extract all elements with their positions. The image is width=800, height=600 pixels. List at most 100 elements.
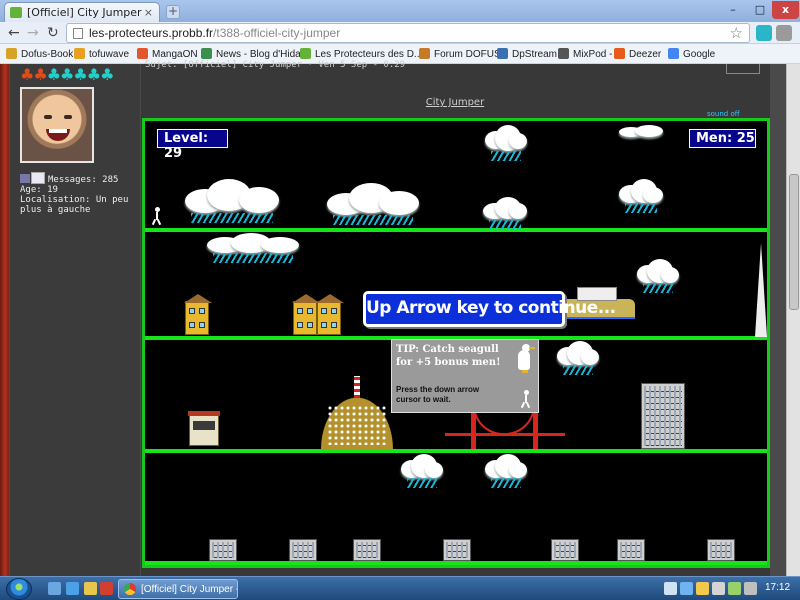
waiting-man-icon <box>520 390 531 409</box>
victorian-house <box>292 294 320 335</box>
bookmark-forum-dofus[interactable]: Forum DOFUS <box>419 48 501 60</box>
bookmark-favicon-icon <box>201 48 212 59</box>
new-tab-button[interactable]: + <box>166 5 180 19</box>
men-display: Men: 25 <box>689 129 756 148</box>
small-building <box>617 539 645 561</box>
rain-cloud <box>185 179 279 223</box>
chrome-icon <box>124 583 136 595</box>
tip-instruction: Press the down arrow cursor to wait. <box>396 385 480 404</box>
tip-box: TIP: Catch seagull for +5 bonus men! Pres… <box>391 339 539 413</box>
screen: [Officiel] City Jumper × + – □ x ← → ↻ l… <box>0 0 800 600</box>
radio-tower <box>354 376 360 398</box>
rain-cloud <box>207 233 299 263</box>
bookmark-google[interactable]: Google <box>668 48 715 60</box>
url-path: /t388-officiel-city-jumper <box>213 26 341 40</box>
victorian-house <box>184 294 212 335</box>
bookmark-favicon-icon <box>497 48 508 59</box>
seagull-icon <box>514 342 536 374</box>
rain-cloud <box>485 125 527 161</box>
bookmark-dofus-book[interactable]: Dofus-Book <box>6 48 73 60</box>
bookmark-favicon-icon <box>74 48 85 59</box>
minimize-button[interactable]: – <box>720 1 746 19</box>
maximize-button[interactable]: □ <box>747 1 773 19</box>
browser-tab[interactable]: [Officiel] City Jumper × <box>4 2 160 22</box>
small-building <box>289 539 317 561</box>
profile-messages: Messages: 285 <box>48 175 119 185</box>
continue-prompt: Up Arrow key to continue... <box>363 291 616 327</box>
small-building <box>707 539 735 561</box>
city-hill <box>315 389 399 449</box>
windows-taskbar: [Officiel] City Jumper -... 17:12 <box>0 576 800 600</box>
tray-icon[interactable] <box>664 582 677 595</box>
forward-button[interactable]: → <box>27 25 39 41</box>
bookmark-favicon-icon <box>419 48 430 59</box>
bookmark-favicon-icon <box>668 48 679 59</box>
scrollbar-thumb[interactable] <box>789 174 799 310</box>
cable-car <box>188 411 220 446</box>
small-building <box>551 539 579 561</box>
url-host: les-protecteurs.probb.fr <box>89 26 214 40</box>
bookmark-mangaon[interactable]: MangaON <box>137 48 198 60</box>
bookmark-tofuwave[interactable]: tofuwave <box>74 48 129 60</box>
profile-location: Localisation: Un peu plus à gauche <box>20 195 129 215</box>
victorian-house <box>316 294 344 335</box>
tray-icon[interactable] <box>712 582 725 595</box>
pyramid-tower <box>755 243 767 337</box>
bookmark-mixpod[interactable]: MixPod - <box>558 48 612 60</box>
cloud <box>619 125 663 137</box>
forum-favicon-icon <box>10 7 22 18</box>
bookmark-les-protecteurs[interactable]: Les Protecteurs des D... <box>300 48 422 60</box>
bookmark-news-blog[interactable]: News - Blog d'Hidan <box>201 48 306 60</box>
rain-cloud <box>483 197 527 229</box>
avatar[interactable] <box>20 87 94 163</box>
player-runner <box>151 207 162 226</box>
back-button[interactable]: ← <box>8 25 20 41</box>
page-icon <box>73 28 83 39</box>
bookmark-favicon-icon <box>6 48 17 59</box>
game-title-link[interactable]: City Jumper <box>400 97 510 108</box>
rain-cloud <box>327 183 419 225</box>
bookmark-favicon-icon <box>558 48 569 59</box>
bookmark-favicon-icon <box>137 48 148 59</box>
address-bar[interactable]: les-protecteurs.probb.fr/t388-officiel-c… <box>66 23 750 43</box>
media-icon[interactable] <box>100 582 113 595</box>
quote-button[interactable] <box>726 64 760 74</box>
rain-cloud <box>485 454 527 488</box>
close-window-button[interactable]: x <box>772 1 799 19</box>
tray-icon[interactable] <box>696 582 709 595</box>
small-building <box>353 539 381 561</box>
bookmark-deezer[interactable]: Deezer <box>614 48 661 60</box>
reload-button[interactable]: ↻ <box>47 25 59 41</box>
tab-close-icon[interactable]: × <box>144 6 153 19</box>
page-scrollbar[interactable] <box>786 64 800 576</box>
volume-icon[interactable] <box>744 582 757 595</box>
tip-text: TIP: Catch seagull for +5 bonus men! <box>396 344 501 368</box>
gender-icon <box>20 174 30 183</box>
taskbar-browser-button[interactable]: [Officiel] City Jumper -... <box>118 579 238 599</box>
start-button[interactable] <box>6 578 32 600</box>
tab-strip: [Officiel] City Jumper × + – □ x <box>0 0 800 22</box>
bookmark-favicon-icon <box>614 48 625 59</box>
extension-icon[interactable] <box>756 25 772 41</box>
wrench-menu-icon[interactable] <box>776 25 792 41</box>
profile-age: Age: 19 <box>20 185 58 195</box>
profile-info: Messages: 285 Age: 19 Localisation: Un p… <box>20 172 138 215</box>
rain-cloud <box>401 454 443 488</box>
bookmark-star-icon[interactable]: ☆ <box>730 24 743 42</box>
tray-icon[interactable] <box>680 582 693 595</box>
tray-icon[interactable] <box>728 582 741 595</box>
bookmark-favicon-icon <box>300 48 311 59</box>
bookmark-dpstream[interactable]: DpStream <box>497 48 557 60</box>
post-header: Sujet: [Officiel] City Jumper · Ven 5 Se… <box>145 60 406 70</box>
folder-icon[interactable] <box>84 582 97 595</box>
sound-toggle[interactable]: sound off <box>707 110 740 118</box>
small-building <box>443 539 471 561</box>
clock[interactable]: 17:12 <box>765 582 790 593</box>
show-desktop-icon[interactable] <box>48 582 61 595</box>
ie-icon[interactable] <box>66 582 79 595</box>
page-border-left <box>0 64 9 576</box>
floor-line <box>145 449 767 453</box>
level-display: Level: 29 <box>157 129 228 161</box>
floor-line <box>145 561 767 565</box>
game-canvas[interactable]: Level: 29 Men: 25 Up Arrow key to contin… <box>142 118 770 568</box>
